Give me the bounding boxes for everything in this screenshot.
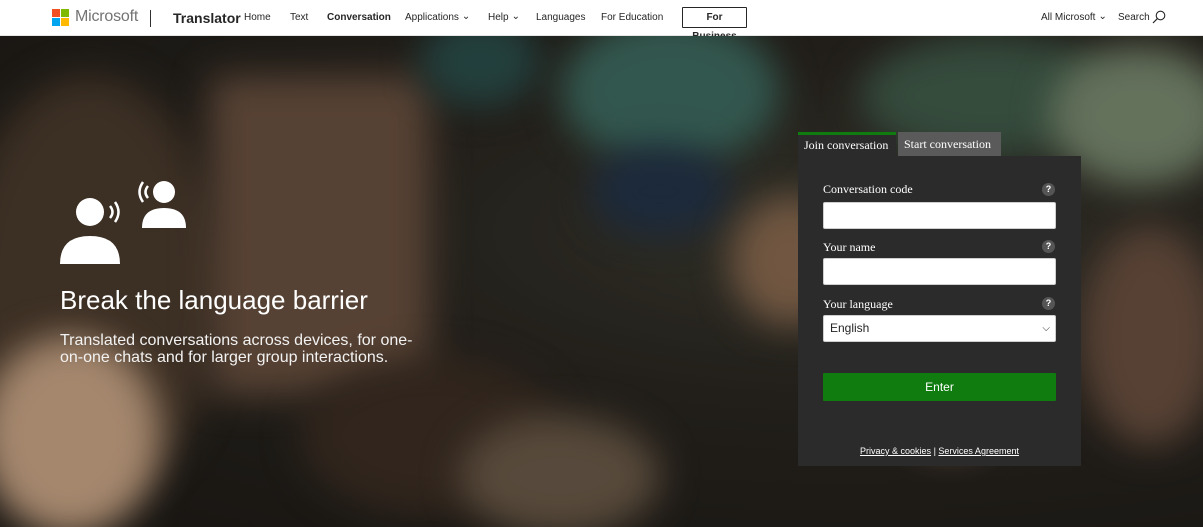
nav-applications-label: Applications <box>405 12 459 23</box>
all-microsoft-label: All Microsoft <box>1041 12 1096 23</box>
conversation-people-icon <box>60 181 186 264</box>
search-label: Search <box>1118 12 1150 23</box>
conversation-code-label: Conversation code <box>823 182 913 196</box>
nav-home[interactable]: Home <box>244 12 271 23</box>
hero-title: Break the language barrier <box>60 285 368 315</box>
your-language-label: Your language <box>823 297 893 311</box>
your-name-label: Your name <box>823 240 876 254</box>
nav-languages[interactable]: Languages <box>536 12 586 23</box>
hero-background: Break the language barrier Translated co… <box>0 36 1203 527</box>
nav-help-label: Help <box>488 12 509 23</box>
footer-separator: | <box>933 446 936 456</box>
your-language-help-icon[interactable]: ? <box>1042 297 1055 310</box>
translator-brand[interactable]: Translator <box>173 10 241 26</box>
nav-for-education[interactable]: For Education <box>601 12 663 23</box>
header-divider <box>150 10 151 27</box>
hero-subtitle: Translated conversations across devices,… <box>60 332 413 366</box>
services-agreement-link[interactable]: Services Agreement <box>938 446 1019 456</box>
language-select-value: English <box>830 321 870 335</box>
all-microsoft-menu[interactable]: All Microsoft ⌄ <box>1041 11 1107 23</box>
nav-applications[interactable]: Applications ⌄ <box>405 11 471 23</box>
join-conversation-panel: Conversation code ? Your name ? Your lan… <box>798 156 1081 466</box>
panel-footer-links: Privacy & cookies | Services Agreement <box>798 446 1081 456</box>
conversation-code-help-icon[interactable]: ? <box>1042 183 1055 196</box>
microsoft-logo-icon[interactable] <box>52 9 70 27</box>
search-icon <box>1152 10 1166 24</box>
nav-help[interactable]: Help ⌄ <box>488 11 520 23</box>
your-name-help-icon[interactable]: ? <box>1042 240 1055 253</box>
nav-text[interactable]: Text <box>290 12 308 23</box>
chevron-down-icon: ⌄ <box>461 11 471 22</box>
nav-conversation[interactable]: Conversation <box>327 12 391 23</box>
for-business-button[interactable]: For Business <box>682 7 747 42</box>
tab-join-conversation[interactable]: Join conversation <box>798 132 896 156</box>
tab-start-conversation[interactable]: Start conversation <box>898 132 1001 156</box>
top-navigation: Microsoft Translator Home Text Conversat… <box>0 0 1203 42</box>
language-select[interactable]: English ⌵ <box>823 315 1056 342</box>
your-name-input[interactable] <box>823 258 1056 285</box>
chevron-down-icon: ⌵ <box>1042 323 1050 334</box>
enter-button[interactable]: Enter <box>823 373 1056 401</box>
privacy-cookies-link[interactable]: Privacy & cookies <box>860 446 931 456</box>
chevron-down-icon: ⌄ <box>511 11 520 22</box>
conversation-code-input[interactable] <box>823 202 1056 229</box>
chevron-down-icon: ⌄ <box>1098 11 1107 22</box>
microsoft-wordmark[interactable]: Microsoft <box>75 8 138 26</box>
